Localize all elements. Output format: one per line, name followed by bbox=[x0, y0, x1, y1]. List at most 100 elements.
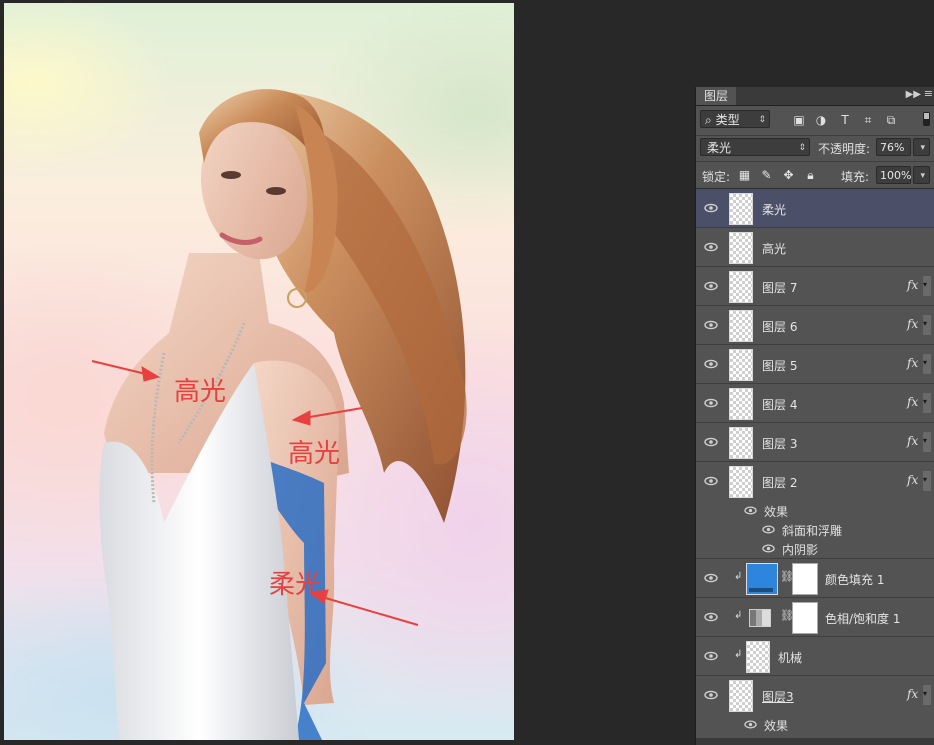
eye-visibility-icon[interactable] bbox=[762, 542, 775, 555]
fill-dropdown-button[interactable]: ▾ bbox=[913, 166, 930, 184]
eye-visibility-icon[interactable] bbox=[704, 201, 718, 215]
document-canvas[interactable]: 高光 高光 柔光 bbox=[0, 0, 516, 745]
smart-object-filter-icon[interactable]: ⧉ bbox=[884, 113, 898, 127]
layer-thumbnail bbox=[729, 271, 753, 303]
fx-icon[interactable]: fx bbox=[907, 687, 918, 701]
layer-name: 图层 3 bbox=[762, 437, 798, 451]
panel-bottom-bar bbox=[696, 738, 934, 745]
layer-mask-thumbnail[interactable] bbox=[792, 563, 818, 595]
panel-tab-bar: 图层 ▶▶ ≡ bbox=[696, 87, 934, 106]
layer-row-2[interactable]: 图层 2 fx bbox=[696, 462, 934, 500]
smart-object-thumbnail bbox=[746, 641, 770, 673]
opacity-field[interactable]: 76% bbox=[876, 138, 911, 156]
layer-row-3[interactable]: 图层 3 fx bbox=[696, 423, 934, 462]
layer-mask-thumbnail[interactable] bbox=[792, 602, 818, 634]
effect-label: 斜面和浮雕 bbox=[782, 524, 843, 538]
annotation-highlight-2: 高光 bbox=[288, 439, 341, 469]
expand-effects-toggle[interactable] bbox=[923, 354, 931, 374]
lock-position-move-icon[interactable]: ✥ bbox=[782, 169, 795, 182]
effects-header-row[interactable]: 效果 bbox=[696, 501, 934, 520]
layer-thumbnail bbox=[729, 193, 753, 225]
fx-icon[interactable]: fx bbox=[907, 473, 918, 487]
filter-kind-select[interactable]: ⌕ 类型 ⇕ bbox=[700, 110, 770, 128]
annotation-softlight: 柔光 bbox=[269, 570, 322, 600]
effects-header-row[interactable]: 效果 bbox=[696, 715, 934, 734]
layer-row-highlight[interactable]: 高光 bbox=[696, 228, 934, 267]
layer-name: 图层 7 bbox=[762, 281, 798, 295]
clipping-mask-arrow-icon: ↲ bbox=[734, 610, 743, 621]
eye-visibility-icon[interactable] bbox=[704, 649, 718, 663]
eye-visibility-icon[interactable] bbox=[704, 318, 718, 332]
fx-icon[interactable]: fx bbox=[907, 434, 918, 448]
layer-name: 图层3 bbox=[762, 690, 794, 704]
layer-name: 图层 5 bbox=[762, 359, 798, 373]
eye-visibility-icon[interactable] bbox=[744, 504, 757, 517]
collapse-panel-icon[interactable]: ▶▶ bbox=[906, 89, 921, 100]
eye-visibility-icon[interactable] bbox=[704, 474, 718, 488]
layer-thumbnail bbox=[729, 427, 753, 459]
effects-header-label: 效果 bbox=[764, 505, 789, 519]
expand-effects-toggle[interactable] bbox=[923, 471, 931, 491]
blend-mode-value: 柔光 bbox=[707, 141, 732, 155]
adjustment-filter-icon[interactable]: ◑ bbox=[814, 113, 828, 127]
layer-row-softlight[interactable]: 柔光 bbox=[696, 189, 934, 228]
hue-saturation-icon[interactable] bbox=[749, 609, 771, 627]
fx-icon[interactable]: fx bbox=[907, 356, 918, 370]
layer-row-6[interactable]: 图层 6 fx bbox=[696, 306, 934, 345]
layer-row-layer3[interactable]: 图层3 fx bbox=[696, 676, 934, 714]
artboard-image[interactable]: 高光 高光 柔光 bbox=[4, 3, 514, 740]
effect-row-inner-shadow[interactable]: 内阴影 bbox=[696, 539, 934, 559]
tab-layers[interactable]: 图层 bbox=[696, 87, 737, 105]
eye-visibility-icon[interactable] bbox=[704, 571, 718, 585]
expand-effects-toggle[interactable] bbox=[923, 315, 931, 335]
eye-visibility-icon[interactable] bbox=[704, 279, 718, 293]
layer-row-5[interactable]: 图层 5 fx bbox=[696, 345, 934, 384]
layer-row-4[interactable]: 图层 4 fx bbox=[696, 384, 934, 423]
fx-icon[interactable]: fx bbox=[907, 278, 918, 292]
panel-menu-icon[interactable]: ≡ bbox=[924, 87, 933, 100]
fx-icon[interactable]: fx bbox=[907, 395, 918, 409]
layer-name: 色相/饱和度 1 bbox=[825, 612, 901, 626]
layer-row-color-fill[interactable]: ↲ ⛓ 颜色填充 1 bbox=[696, 559, 934, 598]
color-fill-thumbnail[interactable] bbox=[746, 563, 778, 595]
expand-effects-toggle[interactable] bbox=[923, 685, 931, 705]
stepper-arrows-icon: ⇕ bbox=[798, 143, 806, 153]
eye-visibility-icon[interactable] bbox=[704, 396, 718, 410]
opacity-dropdown-button[interactable]: ▾ bbox=[913, 138, 930, 156]
expand-effects-toggle[interactable] bbox=[923, 432, 931, 452]
filter-toggle-switch[interactable] bbox=[923, 112, 930, 126]
annotation-highlight-1: 高光 bbox=[174, 377, 227, 407]
expand-effects-toggle[interactable] bbox=[923, 393, 931, 413]
eye-visibility-icon[interactable] bbox=[744, 718, 757, 731]
type-filter-icon[interactable]: T bbox=[838, 113, 852, 127]
layer-thumbnail bbox=[729, 466, 753, 498]
layer-name: 高光 bbox=[762, 242, 787, 256]
eye-visibility-icon[interactable] bbox=[704, 357, 718, 371]
effect-row-bevel-emboss[interactable]: 斜面和浮雕 bbox=[696, 520, 934, 539]
image-filter-icon[interactable]: ▣ bbox=[792, 113, 806, 127]
opacity-label: 不透明度: bbox=[818, 142, 871, 156]
lock-paint-brush-icon[interactable]: ✎ bbox=[760, 169, 773, 182]
layer-row-hue-saturation[interactable]: ↲ ⛓ 色相/饱和度 1 bbox=[696, 598, 934, 637]
eye-visibility-icon[interactable] bbox=[704, 688, 718, 702]
lock-all-padlock-icon[interactable]: 🔒︎ bbox=[804, 169, 817, 182]
expand-effects-toggle[interactable] bbox=[923, 276, 931, 296]
shape-filter-icon[interactable]: ⌗ bbox=[861, 113, 875, 127]
eye-visibility-icon[interactable] bbox=[704, 435, 718, 449]
eye-visibility-icon[interactable] bbox=[704, 610, 718, 624]
layer-row-smart-object[interactable]: ↲ 机械 bbox=[696, 637, 934, 676]
filter-kind-label: 类型 bbox=[715, 113, 740, 127]
chevron-down-icon: ▾ bbox=[920, 143, 925, 153]
eye-visibility-icon[interactable] bbox=[704, 240, 718, 254]
layer-name: 图层 6 bbox=[762, 320, 798, 334]
layer-row-7[interactable]: 图层 7 fx bbox=[696, 267, 934, 306]
layer-name: 机械 bbox=[778, 651, 803, 665]
lock-transparency-icon[interactable]: ▦ bbox=[738, 169, 751, 182]
chevron-down-icon: ▾ bbox=[920, 171, 925, 181]
fx-icon[interactable]: fx bbox=[907, 317, 918, 331]
fill-field[interactable]: 100% bbox=[876, 166, 911, 184]
eye-visibility-icon[interactable] bbox=[762, 523, 775, 536]
clipping-mask-arrow-icon: ↲ bbox=[734, 649, 743, 660]
blend-mode-select[interactable]: 柔光 ⇕ bbox=[700, 138, 810, 156]
clipping-mask-arrow-icon: ↲ bbox=[734, 571, 743, 582]
